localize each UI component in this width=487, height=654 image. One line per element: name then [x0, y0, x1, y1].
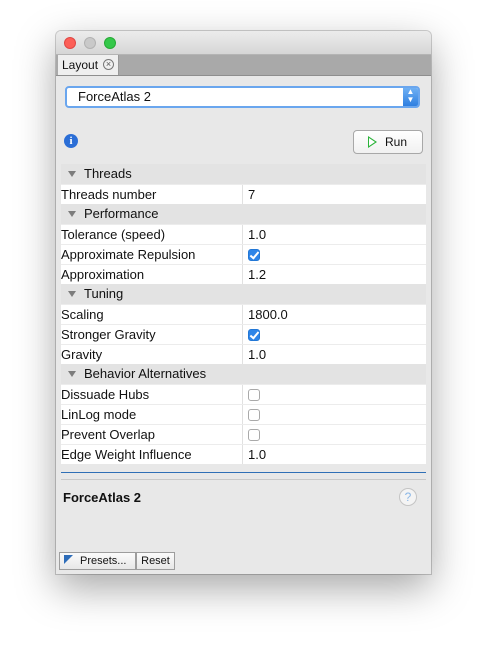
property-row: LinLog mode — [61, 404, 426, 424]
presets-button[interactable]: Presets... — [59, 552, 136, 570]
collapse-arrow-icon[interactable] — [68, 211, 76, 217]
category-row[interactable]: Performance — [61, 204, 426, 224]
layout-window: Layout × ForceAtlas 2 ▲ ▼ i Run Threads Th… — [56, 31, 431, 574]
property-row: Stronger Gravity — [61, 324, 426, 344]
property-name: Approximation — [61, 265, 243, 284]
property-row: Scaling 1800.0 — [61, 304, 426, 324]
property-value-field[interactable]: 7 — [248, 185, 255, 205]
property-row: Approximate Repulsion — [61, 244, 426, 264]
property-row: Gravity 1.0 — [61, 344, 426, 364]
property-name: LinLog mode — [61, 405, 243, 424]
property-name: Scaling — [61, 305, 243, 324]
property-sheet-divider[interactable] — [61, 472, 426, 473]
property-sheet: Threads Threads number 7 Performance Toleran… — [61, 164, 426, 464]
info-icon[interactable]: i — [64, 134, 78, 148]
property-value-field[interactable]: 1.0 — [248, 345, 266, 365]
property-checkbox[interactable] — [248, 429, 260, 441]
property-name: Gravity — [61, 345, 243, 364]
description-divider — [61, 479, 426, 480]
category-label: Behavior Alternatives — [84, 366, 207, 381]
property-checkbox[interactable] — [248, 329, 260, 341]
run-button[interactable]: Run — [353, 130, 423, 154]
property-name: Threads number — [61, 185, 243, 204]
description-title: ForceAtlas 2 — [63, 490, 142, 505]
tab-layout[interactable]: Layout × — [58, 55, 119, 75]
close-window-button[interactable] — [64, 37, 76, 49]
property-checkbox[interactable] — [248, 249, 260, 261]
property-name: Prevent Overlap — [61, 425, 243, 444]
layout-algorithm-value: ForceAtlas 2 — [78, 89, 151, 104]
tab-strip: Layout × — [56, 55, 431, 76]
property-checkbox[interactable] — [248, 409, 260, 421]
property-row: Dissuade Hubs — [61, 384, 426, 404]
property-row: Approximation 1.2 — [61, 264, 426, 284]
property-value-field[interactable]: 1800.0 — [248, 305, 288, 325]
minimize-window-button[interactable] — [84, 37, 96, 49]
category-label: Threads — [84, 166, 132, 181]
collapse-arrow-icon[interactable] — [68, 171, 76, 177]
reset-button[interactable]: Reset — [136, 552, 175, 570]
help-icon[interactable]: ? — [399, 488, 417, 506]
maximize-window-button[interactable] — [104, 37, 116, 49]
property-name: Approximate Repulsion — [61, 245, 243, 264]
category-row[interactable]: Threads — [61, 164, 426, 184]
category-row[interactable]: Tuning — [61, 284, 426, 304]
property-value-field[interactable]: 1.0 — [248, 445, 266, 465]
title-bar — [56, 31, 431, 55]
category-label: Tuning — [84, 286, 124, 301]
close-tab-icon[interactable]: × — [103, 59, 114, 70]
tab-layout-label: Layout — [62, 58, 99, 72]
run-label: Run — [385, 135, 408, 149]
collapse-arrow-icon[interactable] — [68, 371, 76, 377]
play-icon — [368, 136, 377, 148]
property-row: Prevent Overlap — [61, 424, 426, 444]
presets-label: Presets... — [80, 555, 127, 567]
layout-algorithm-select[interactable]: ForceAtlas 2 ▲ ▼ — [65, 86, 420, 108]
property-name: Edge Weight Influence — [61, 445, 243, 464]
property-row: Threads number 7 — [61, 184, 426, 204]
presets-icon — [64, 555, 73, 564]
property-value-field[interactable]: 1.2 — [248, 265, 266, 285]
category-label: Performance — [84, 206, 159, 221]
category-row[interactable]: Behavior Alternatives — [61, 364, 426, 384]
property-name: Dissuade Hubs — [61, 385, 243, 404]
property-row: Edge Weight Influence 1.0 — [61, 444, 426, 464]
collapse-arrow-icon[interactable] — [68, 291, 76, 297]
property-value-field[interactable]: 1.0 — [248, 225, 266, 245]
property-name: Tolerance (speed) — [61, 225, 243, 244]
property-row: Tolerance (speed) 1.0 — [61, 224, 426, 244]
property-name: Stronger Gravity — [61, 325, 243, 344]
property-checkbox[interactable] — [248, 389, 260, 401]
select-arrows-icon: ▲ ▼ — [403, 88, 418, 106]
